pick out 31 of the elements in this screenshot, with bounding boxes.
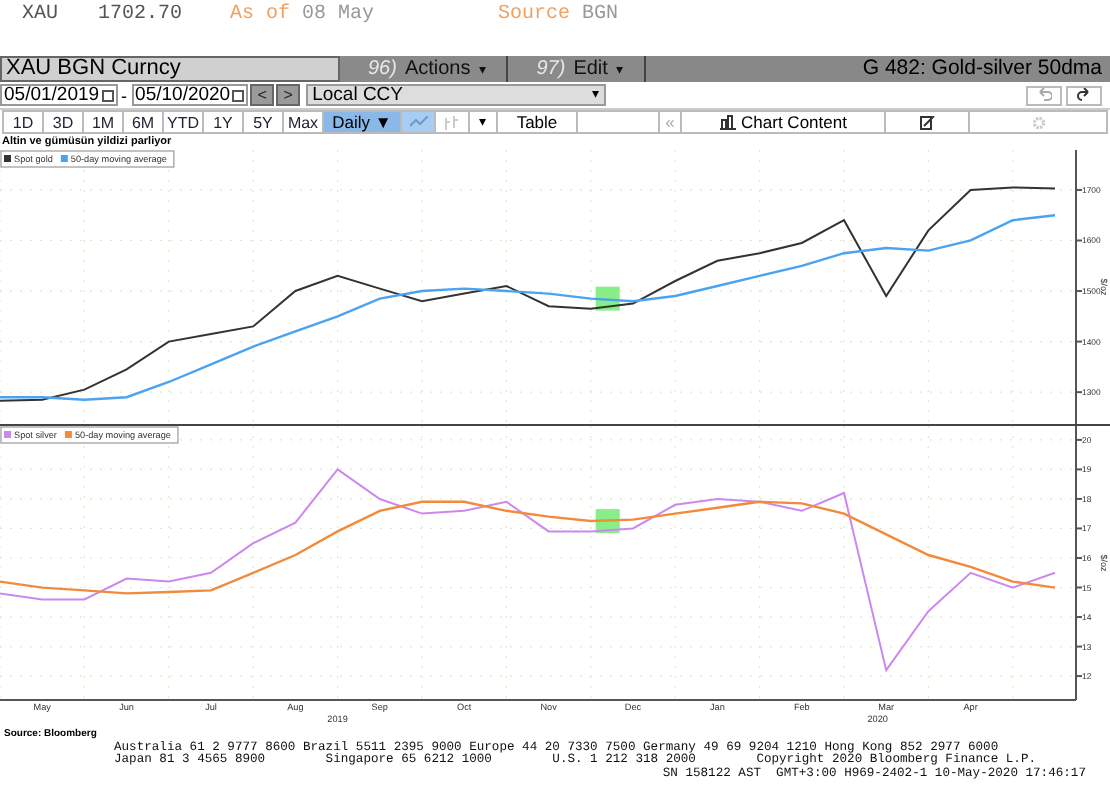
calendar-icon (232, 89, 245, 101)
ticker-label: XAU (22, 3, 61, 25)
settings-icon (1031, 115, 1045, 129)
source-value: BGN (582, 3, 619, 25)
as-of-label: As of (230, 3, 291, 25)
legend-swatch (4, 431, 11, 438)
date-field[interactable]: 05/01/2019 (0, 84, 118, 106)
source-label: Source (498, 3, 571, 25)
redo-icon (1076, 88, 1092, 102)
previous-button[interactable]: < (250, 84, 275, 106)
chart-type-button[interactable] (402, 112, 436, 132)
legend-swatch (4, 155, 11, 162)
as-of-date: 08 May (302, 3, 377, 25)
chart-title: G 482: Gold-silver 50dma (860, 56, 1104, 82)
calendar-icon (101, 89, 114, 101)
period-tab[interactable]: YTD (164, 112, 204, 132)
price-value: 1702.70 (98, 3, 185, 25)
next-button[interactable]: > (276, 84, 301, 106)
frequency-dropdown[interactable]: Daily ▼ (324, 112, 402, 132)
bar-chart-icon (444, 115, 460, 129)
pencil-icon (919, 115, 935, 129)
date-field[interactable]: 05/10/2020 (131, 84, 249, 106)
period-tab[interactable]: Max (284, 112, 324, 132)
legend-swatch (60, 155, 68, 162)
security-field[interactable]: XAU BGN Curncy (0, 56, 340, 82)
line-chart-icon (409, 116, 427, 128)
legend-swatch (64, 431, 72, 438)
undo-icon (1036, 88, 1052, 102)
chart-settings-icon (719, 114, 736, 130)
redo-button[interactable] (1066, 85, 1102, 105)
date-separator: - (119, 85, 130, 105)
